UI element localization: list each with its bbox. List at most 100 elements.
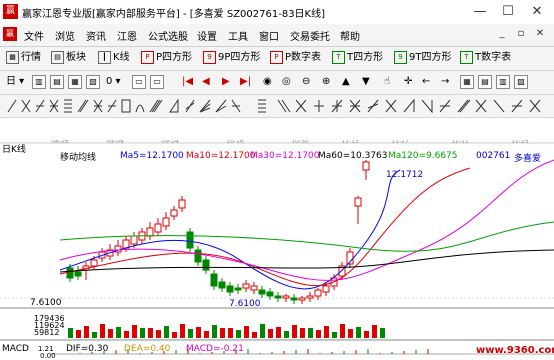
rect-tool-icon xyxy=(121,99,131,113)
chart-type-icon-1[interactable]: ▥ xyxy=(32,75,46,89)
list-icon[interactable]: ▤ xyxy=(478,75,492,89)
parallel-tool-icon xyxy=(149,99,163,113)
arrow-down-icon[interactable]: ▼ xyxy=(362,74,370,90)
menu-tools[interactable]: 工具 xyxy=(228,28,248,43)
9p-square-button[interactable]: 9 9P四方形 xyxy=(203,50,260,66)
candle-body xyxy=(266,291,274,297)
export-icon[interactable]: ▧ xyxy=(514,75,528,89)
scroll-right-icon[interactable]: ⊕ xyxy=(322,74,330,90)
9t-square-label: 9T四方形 xyxy=(409,52,452,63)
window-icon-1[interactable]: ▭ xyxy=(132,75,146,89)
date-label: 09-09 xyxy=(106,140,124,145)
zoom-in-icon[interactable]: ◎ xyxy=(282,74,291,90)
cycle-tool-icon xyxy=(277,99,291,113)
maximize-button[interactable]: ☐ xyxy=(498,2,518,22)
volume-bar xyxy=(340,324,345,338)
volume-bar xyxy=(324,326,329,338)
candle-body xyxy=(226,285,234,293)
prev-bar-icon[interactable]: ◀ xyxy=(202,74,210,90)
wedge-tool-icon xyxy=(403,98,415,113)
kline-chart[interactable]: 08-26 09-09 09-24 10-16 10-30 11-13 11-27 12-11… xyxy=(0,140,554,360)
chart-type-icon-2[interactable]: ▤ xyxy=(50,75,64,89)
low-price-label: 7.6100 xyxy=(229,299,261,309)
window-icon-2[interactable]: ▭ xyxy=(150,75,164,89)
volume-bar xyxy=(100,324,105,338)
menu-file[interactable]: 文件 xyxy=(24,28,44,43)
sector-icon: ▤ xyxy=(51,50,64,64)
volume-bar xyxy=(308,328,313,338)
candle-body xyxy=(354,197,362,207)
last-bar-icon[interactable]: ▶| xyxy=(240,74,251,90)
p-number-table-button[interactable]: P P数字表 xyxy=(270,50,321,66)
macd-label: MACD=-0.21 xyxy=(186,344,244,354)
menu-formula[interactable]: 公式选股 xyxy=(148,28,188,43)
9t-square-icon: 9 xyxy=(394,50,407,64)
menu-settings[interactable]: 设置 xyxy=(197,28,217,43)
candle-body xyxy=(258,289,266,295)
t-number-table-button[interactable]: T T数字表 xyxy=(460,50,511,66)
stock-name: 多喜爱 xyxy=(514,154,542,164)
9p-square-label: 9P四方形 xyxy=(218,52,261,63)
wedge2-tool-icon xyxy=(421,99,433,114)
arrow-left-icon[interactable]: ← xyxy=(422,74,430,90)
crosshair-icon[interactable]: ✛ xyxy=(404,74,412,90)
menu-help[interactable]: 帮助 xyxy=(340,28,360,43)
x-tool-icon xyxy=(295,99,307,113)
candle-body xyxy=(282,295,290,299)
mdi-restore-button[interactable]: ▫ xyxy=(513,26,529,42)
volume-bar xyxy=(188,329,193,338)
quotes-button[interactable]: ▦ 行情 xyxy=(6,50,41,66)
kline-button[interactable]: ┃ K线 xyxy=(98,50,130,66)
date-label: 08-26 xyxy=(51,140,69,145)
app-icon: 赢 xyxy=(3,4,18,19)
p-square-button[interactable]: P P四方形 xyxy=(141,50,192,66)
hand-icon[interactable]: ☝ xyxy=(384,74,390,90)
cross-line-tool-icon xyxy=(21,99,31,113)
arrow-right-icon[interactable]: → xyxy=(441,74,449,90)
date-label: 12-11 xyxy=(451,140,469,145)
p-square-label: P四方形 xyxy=(156,52,193,63)
mdi-minimize-button[interactable]: _ xyxy=(494,26,510,42)
candle-body xyxy=(170,209,178,217)
date-label: 10-16 xyxy=(226,140,244,145)
chart-area[interactable]: 08-26 09-09 09-24 10-16 10-30 11-13 11-27 12-11… xyxy=(0,140,554,360)
candle-body xyxy=(178,199,186,209)
chart-type-icon-3[interactable]: ▦ xyxy=(68,75,82,89)
title-bar: 赢 赢家江恩专业版[赢家内部服务平台] - [多喜爱 SZ002761-83日K… xyxy=(0,0,554,24)
next-bar-icon[interactable]: ▶ xyxy=(222,74,230,90)
first-bar-icon[interactable]: |◀ xyxy=(182,74,193,90)
grid-toggle-icon[interactable]: ▦ xyxy=(460,75,474,89)
t-square-icon: T xyxy=(332,50,345,64)
mdi-close-button[interactable]: ✕ xyxy=(532,26,548,42)
minimize-button[interactable]: — xyxy=(470,2,490,22)
period-dropdown[interactable]: 日 ▾ xyxy=(6,74,24,90)
scroll-left-icon[interactable]: ⊖ xyxy=(302,74,310,90)
p-number-table-label: P数字表 xyxy=(285,52,322,63)
arrow-up-icon[interactable]: ▲ xyxy=(342,74,350,90)
toolbar-views: ▦ 行情 ▤ 板块 ┃ K线 P P四方形 9 9P四方形 P P数字表 T T四方形 9 9T… xyxy=(0,47,554,71)
print-icon[interactable]: ▥ xyxy=(496,75,510,89)
menu-gann[interactable]: 江恩 xyxy=(117,28,137,43)
menu-window[interactable]: 窗口 xyxy=(259,28,279,43)
9p-square-icon: 9 xyxy=(203,50,216,64)
volume-bar xyxy=(268,329,273,338)
volume-bar xyxy=(252,332,257,338)
fib-levels-icon xyxy=(258,99,266,113)
close-button[interactable]: ✕ xyxy=(527,2,547,22)
candle-body xyxy=(122,239,130,249)
menu-info[interactable]: 资讯 xyxy=(86,28,106,43)
p-square-icon: P xyxy=(141,50,154,64)
volume-bar xyxy=(196,327,201,338)
layout-dropdown[interactable]: 0 ▾ xyxy=(106,74,121,90)
price-axis-label: 7.6100 xyxy=(30,298,62,308)
zoom-out-icon[interactable]: ◉ xyxy=(263,74,272,90)
channel-tool-icon xyxy=(77,99,89,113)
t-square-button[interactable]: T T四方形 xyxy=(332,50,383,66)
candle-body xyxy=(322,285,330,293)
line-tool-icon xyxy=(7,99,17,113)
sector-button[interactable]: ▤ 板块 xyxy=(51,50,86,66)
menu-trade[interactable]: 交易委托 xyxy=(290,28,330,43)
chart-type-icon-4[interactable]: ▧ xyxy=(86,75,100,89)
menu-browse[interactable]: 浏览 xyxy=(55,28,75,43)
9t-square-button[interactable]: 9 9T四方形 xyxy=(394,50,451,66)
